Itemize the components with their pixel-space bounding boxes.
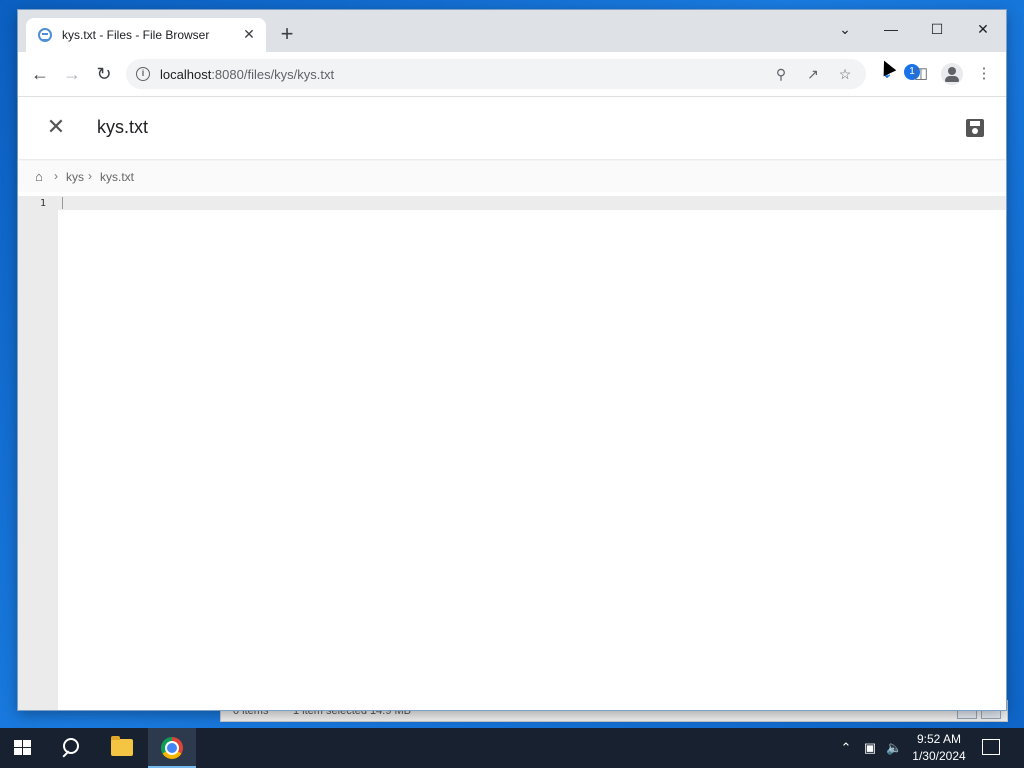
tab-close-icon[interactable]: ✕ — [240, 25, 258, 43]
line-number-gutter: 1 — [18, 196, 58, 710]
notifications-icon[interactable] — [982, 739, 1000, 755]
home-icon[interactable]: ⌂ — [35, 170, 49, 184]
side-panel-icon[interactable]: ◫ — [911, 64, 931, 84]
tab-search-icon[interactable]: ⌄ — [822, 16, 868, 42]
browser-window: kys.txt - Files - File Browser ✕ + ⌄ — ☐… — [18, 10, 1006, 710]
chevron-up-icon[interactable]: ⌃ — [838, 739, 854, 757]
tab-kys-txt[interactable]: kys.txt - Files - File Browser ✕ — [26, 18, 266, 52]
chrome-icon — [161, 737, 183, 759]
breadcrumb: ⌂ › kys › kys.txt — [18, 162, 1006, 192]
url-text[interactable]: localhost:8080/files/kys/kys.txt — [160, 67, 334, 82]
close-editor-icon[interactable]: ✕ — [44, 115, 68, 139]
profile-avatar-icon[interactable] — [941, 63, 963, 85]
system-clock[interactable]: 9:52 AM 1/30/2024 — [906, 731, 972, 765]
line-number: 1 — [39, 198, 46, 209]
close-window-button[interactable]: ✕ — [960, 16, 1006, 42]
editor-header: ✕ kys.txt — [18, 97, 1006, 159]
chevron-right-icon: › — [54, 169, 58, 183]
tab-title: kys.txt - Files - File Browser — [62, 28, 210, 42]
file-browser-favicon-icon — [38, 28, 52, 42]
share-icon[interactable]: ↗ — [804, 65, 822, 83]
maximize-button[interactable]: ☐ — [914, 16, 960, 42]
address-bar[interactable]: i localhost:8080/files/kys/kys.txt ⚲ ↗ ☆ — [126, 59, 866, 89]
menu-kebab-icon[interactable]: ⋮ — [974, 64, 994, 84]
browser-toolbar: ← → ↻ i localhost:8080/files/kys/kys.txt… — [18, 52, 1006, 97]
chrome-taskbar-button[interactable] — [148, 728, 196, 768]
file-explorer-taskbar-button[interactable] — [98, 728, 146, 768]
minimize-button[interactable]: — — [868, 16, 914, 42]
windows-start-icon[interactable] — [14, 740, 32, 756]
reload-icon[interactable]: ↻ — [92, 62, 116, 86]
tab-strip: kys.txt - Files - File Browser ✕ + ⌄ — ☐… — [18, 10, 1006, 52]
save-icon[interactable] — [966, 119, 984, 137]
text-caret — [62, 197, 63, 209]
new-tab-button[interactable]: + — [276, 23, 298, 46]
clock-date: 1/30/2024 — [912, 749, 966, 763]
chevron-right-icon: › — [88, 169, 92, 183]
back-arrow-icon[interactable]: ← — [28, 62, 52, 86]
site-info-icon[interactable]: i — [136, 67, 150, 81]
folder-icon — [111, 736, 133, 756]
bookmark-star-icon[interactable]: ☆ — [836, 65, 854, 83]
text-editor[interactable]: 1 — [18, 196, 1006, 710]
clock-time: 9:52 AM — [916, 732, 962, 746]
network-icon[interactable]: ▣ — [862, 739, 878, 757]
file-title: kys.txt — [97, 117, 149, 137]
search-icon[interactable] — [60, 736, 84, 760]
zoom-search-icon[interactable]: ⚲ — [772, 65, 790, 83]
taskbar: ⌃ ▣ 🔈 9:52 AM 1/30/2024 — [0, 728, 1024, 768]
volume-muted-icon[interactable]: 🔈 — [886, 739, 902, 757]
breadcrumb-kys-txt[interactable]: kys.txt — [100, 170, 134, 184]
active-line-highlight — [58, 196, 1006, 210]
breadcrumb-kys[interactable]: kys — [66, 170, 84, 184]
forward-arrow-icon[interactable]: → — [60, 62, 84, 86]
